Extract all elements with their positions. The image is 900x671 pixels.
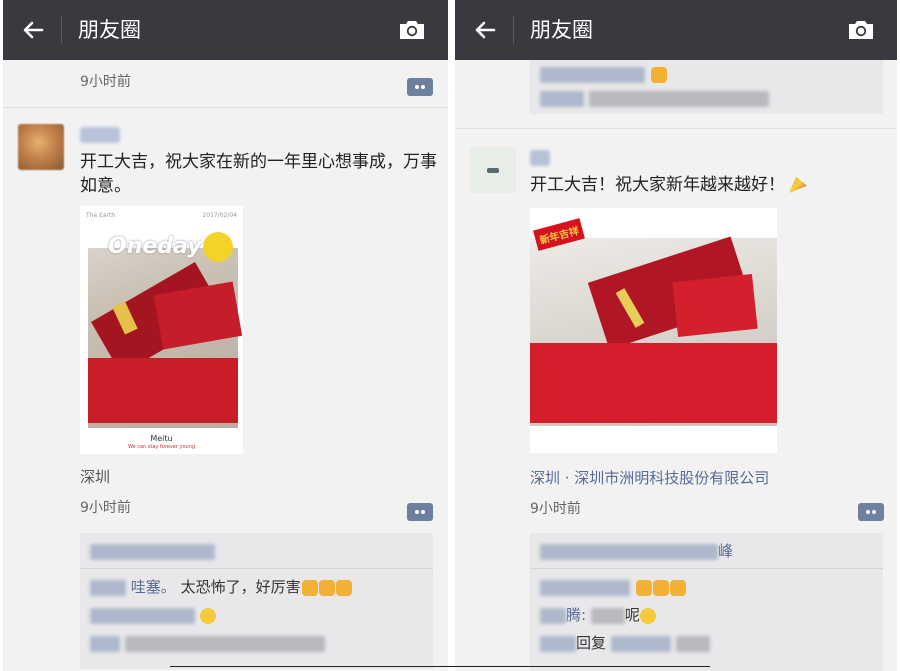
post-photo[interactable]: The Earth 2017/02/04 Oneday Meitu We can… (80, 206, 243, 454)
comment-icon[interactable] (407, 78, 433, 96)
moments-panel-right: 朋友圈 开工大吉！祝大家新年越来越好！ 新年吉祥 深圳 · 深圳市洲明科技股份有… (455, 0, 897, 671)
post-time: 9小时前 (530, 501, 581, 517)
comment-item[interactable] (540, 577, 686, 597)
likes-tail[interactable]: 峰 (718, 542, 733, 560)
location-link[interactable]: 深圳 · 深圳市洲明科技股份有限公司 (530, 467, 769, 488)
top-bar: 朋友圈 (455, 0, 897, 60)
comment-icon[interactable] (858, 503, 884, 521)
page-title: 朋友圈 (78, 18, 141, 42)
avatar[interactable] (470, 147, 516, 193)
party-popper-emoji (789, 176, 807, 193)
post-text: 开工大吉！祝大家新年越来越好！ (530, 173, 830, 197)
photo-caption-top-left: The Earth (86, 212, 116, 219)
post-time: 9小时前 (80, 500, 131, 516)
photo-image (88, 248, 243, 428)
post-text: 开工大吉，祝大家在新的一年里心想事成，万事如意。 (80, 152, 437, 196)
page-title: 朋友圈 (530, 18, 593, 42)
sun-icon (203, 232, 233, 262)
smile-emoji (199, 607, 216, 624)
comment-icon[interactable] (407, 503, 433, 521)
topbar-divider (513, 16, 514, 44)
back-arrow-icon[interactable] (473, 18, 497, 42)
thumbs-up-emoji (301, 579, 318, 596)
photo-image (530, 236, 777, 426)
location[interactable]: 深圳 (80, 466, 110, 487)
likes-row: 峰 (540, 541, 733, 561)
photo-date: 2017/02/04 (202, 212, 237, 219)
comment-item[interactable] (90, 633, 325, 653)
moments-panel-left: 朋友圈 9小时前 开工大吉，祝大家在新的一年里心想事成，万事如意。 The Ea… (3, 0, 448, 671)
thumbs-up-emoji (650, 66, 667, 83)
thumbs-up-emoji (635, 579, 652, 596)
comment-item[interactable] (90, 605, 216, 625)
camera-icon[interactable] (847, 19, 875, 41)
thumbs-up-emoji (335, 579, 352, 596)
comment-item[interactable] (540, 64, 667, 84)
bottom-divider (170, 666, 710, 667)
post-photo[interactable]: 新年吉祥 (530, 208, 777, 453)
comment-word: 哇塞。 (130, 578, 176, 596)
previous-post-time: 9小时前 (80, 74, 131, 90)
camera-icon[interactable] (398, 19, 426, 41)
top-bar: 朋友圈 (3, 0, 448, 60)
comment-item[interactable] (540, 88, 769, 108)
topbar-divider (61, 16, 62, 44)
comment-box: 哇塞。 太恐怖了，好厉害 (80, 533, 433, 669)
photo-brand: Oneday (108, 234, 202, 259)
post-separator (3, 107, 448, 108)
comment-box: 峰 腾: 呢 回复 (530, 533, 883, 671)
photo-footer: Meitu (150, 434, 173, 443)
thumbs-up-emoji (318, 579, 335, 596)
likes-row (90, 541, 215, 561)
user-name[interactable] (80, 127, 120, 143)
comment-item[interactable]: 哇塞。 太恐怖了，好厉害 (90, 577, 352, 597)
smile-emoji (639, 607, 656, 624)
thumbs-up-emoji (669, 579, 686, 596)
user-name[interactable] (530, 150, 550, 166)
comment-item[interactable]: 回复 (540, 633, 710, 653)
avatar[interactable] (18, 124, 64, 170)
photo-footer-sub: We can stay forever young (127, 444, 196, 450)
previous-comment-box (530, 60, 883, 114)
comment-text: 太恐怖了，好厉害 (180, 578, 301, 596)
back-arrow-icon[interactable] (21, 18, 45, 42)
thumbs-up-emoji (652, 579, 669, 596)
comment-item[interactable]: 腾: 呢 (540, 605, 656, 625)
post-separator (455, 128, 897, 129)
